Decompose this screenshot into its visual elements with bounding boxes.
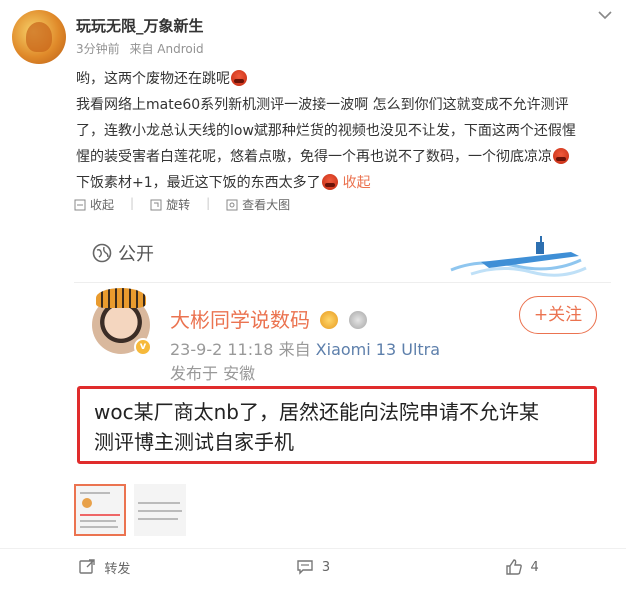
- thumb-line: [138, 502, 180, 504]
- post-line-1: 哟，这两个废物还在跳呢: [76, 71, 230, 87]
- post-line-5: 下饭素材+1，最近这下饭的东西太多了: [76, 175, 321, 191]
- action-bar: 转发 3 4: [0, 552, 626, 582]
- embedded-meta: 23-9-2 11:18 来自 Xiaomi 13 Ultra: [170, 336, 440, 360]
- thumb-line: [80, 492, 110, 494]
- thumb-line: [80, 520, 116, 522]
- post-source: 来自 Android: [129, 42, 204, 56]
- comment-button[interactable]: 3: [209, 552, 418, 582]
- image-thumbnails: [74, 484, 186, 536]
- magnify-icon: [226, 199, 238, 210]
- like-button[interactable]: 4: [417, 552, 626, 582]
- embedded-avatar: v: [92, 288, 152, 356]
- rotate-label: 旋转: [166, 198, 191, 212]
- post-line-4: 惺的装受害者白莲花呢，悠着点嗷，免得一个再也说不了数码，一个彻底凉凉: [76, 149, 552, 165]
- post-line-2: 我看网络上mate60系列新机测评一波接一波啊 怎么到你们这就变成不允许测评: [76, 97, 569, 113]
- post-meta: 3分钟前 来自 Android: [76, 40, 204, 57]
- embedded-source-device: Xiaomi 13 Ultra: [315, 340, 441, 359]
- emoji-icon: [231, 70, 247, 86]
- globe-icon: [92, 243, 112, 263]
- collapse-icon: [74, 199, 86, 210]
- thumbs-up-icon: [505, 559, 522, 575]
- embedded-author-name: 大彬同学说数码: [170, 308, 310, 332]
- weibo-post-card: 玩玩无限_万象新生 3分钟前 来自 Android 哟，这两个废物还在跳呢 我看…: [0, 0, 626, 590]
- view-large-label: 查看大图: [242, 198, 291, 212]
- repost-label: 转发: [104, 561, 131, 577]
- comment-count: 3: [321, 559, 331, 575]
- embedded-post-screenshot: 公开 v 大彬同学说数码 +关注 23-9-2 11:18 来自 Xiaomi …: [74, 226, 611, 474]
- collapse-label: 收起: [90, 198, 115, 212]
- collapse-image-button[interactable]: 收起: [74, 196, 114, 213]
- embedded-author: 大彬同学说数码: [170, 304, 367, 333]
- divider: |: [206, 196, 211, 210]
- thumb-avatar: [82, 498, 92, 508]
- embedded-source-prefix: 来自: [278, 340, 311, 359]
- post-image[interactable]: 公开 v 大彬同学说数码 +关注 23-9-2 11:18 来自 Xiaomi …: [74, 226, 611, 474]
- post-time: 3分钟前: [76, 42, 120, 56]
- divider: |: [130, 196, 135, 210]
- repost-icon: [79, 559, 96, 574]
- member-badge-icon: [320, 311, 339, 329]
- verified-badge-icon: v: [134, 338, 152, 356]
- tiger-hat-decoration: [96, 288, 146, 308]
- thumbnail-2[interactable]: [134, 484, 186, 536]
- username[interactable]: 玩玩无限_万象新生: [76, 15, 204, 36]
- visibility-label: 公开: [118, 244, 154, 265]
- divider: [0, 548, 626, 549]
- rotate-icon: [150, 199, 162, 210]
- thumb-line: [80, 526, 118, 528]
- repost-button[interactable]: 转发: [0, 552, 209, 582]
- embedded-datetime: 23-9-2 11:18: [170, 340, 274, 359]
- highlighted-quote: woc某厂商太nb了，居然还能向法院申请不允许某 测评博主测试自家手机: [77, 386, 597, 464]
- rotate-image-button[interactable]: 旋转: [150, 196, 190, 213]
- post-text: 哟，这两个废物还在跳呢 我看网络上mate60系列新机测评一波接一波啊 怎么到你…: [76, 66, 616, 196]
- embedded-location: 发布于 安徽: [170, 364, 256, 383]
- thumb-line: [138, 518, 178, 520]
- visibility-row: 公开: [92, 240, 154, 266]
- emoji-icon: [553, 148, 569, 164]
- post-line-3: 了，连教小龙总认天线的low斌那种烂货的视频也没见不让发，下面这两个还假惺: [76, 123, 576, 139]
- view-large-image-button[interactable]: 查看大图: [226, 196, 290, 213]
- collapse-text-link[interactable]: 收起: [343, 175, 371, 191]
- like-count: 4: [530, 559, 539, 575]
- medal-badge-icon: [348, 311, 367, 329]
- quote-line-2: 测评博主测试自家手机: [94, 430, 294, 454]
- thumbnail-1[interactable]: [74, 484, 126, 536]
- divider: [74, 282, 611, 283]
- follow-button: +关注: [519, 296, 597, 334]
- chevron-down-icon[interactable]: [596, 8, 614, 22]
- avatar[interactable]: [12, 10, 66, 64]
- aircraft-carrier-icon: [450, 236, 587, 277]
- comment-icon: [297, 560, 313, 575]
- thumb-line: [80, 514, 120, 516]
- emoji-icon: [321, 174, 338, 190]
- thumb-line: [138, 510, 182, 512]
- quote-line-1: woc某厂商太nb了，居然还能向法院申请不允许某: [94, 400, 539, 424]
- image-toolbar: 收起 | 旋转 | 查看大图: [74, 196, 290, 213]
